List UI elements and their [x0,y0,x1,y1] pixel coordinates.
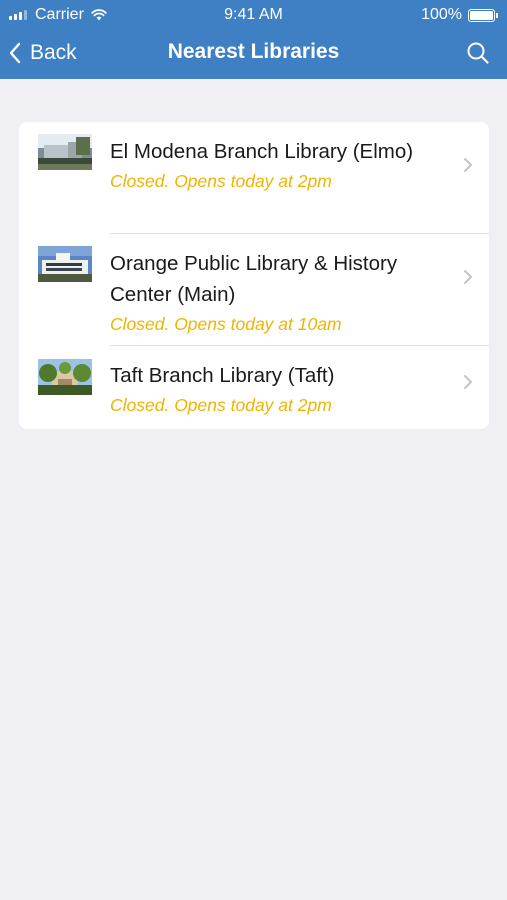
library-thumbnail [38,134,92,170]
library-name: Taft Branch Library (Taft) [110,364,335,387]
library-list: El Modena Branch Library (Elmo) Closed. … [19,122,489,429]
status-bar: Carrier 9:41 AM 100% [0,0,507,30]
library-item-main[interactable]: Orange Public Library & History Center (… [19,234,489,346]
library-item-elmo[interactable]: El Modena Branch Library (Elmo) Closed. … [19,122,489,234]
library-status: Closed. Opens today at 2pm [110,395,332,415]
battery-icon [468,8,498,22]
nav-bar: Back Nearest Libraries [0,30,507,79]
library-name: Orange Public Library & History Center (… [110,252,398,306]
library-text: El Modena Branch Library (Elmo) Closed. … [110,136,450,194]
library-item-taft[interactable]: Taft Branch Library (Taft) Closed. Opens… [19,346,489,429]
library-name: El Modena Branch Library (Elmo) [110,140,414,163]
screen: Carrier 9:41 AM 100% Back Nearest Librar… [0,0,507,900]
back-label: Back [30,41,77,64]
header: Carrier 9:41 AM 100% Back Nearest Librar… [0,0,507,79]
library-thumbnail [38,246,92,282]
search-button[interactable] [463,38,493,68]
library-thumbnail [38,359,92,395]
search-icon [467,42,489,64]
battery-percentage: 100% [421,6,462,23]
chevron-left-icon [9,42,21,64]
chevron-right-icon [463,269,473,285]
status-right: 100% [421,6,498,24]
library-status: Closed. Opens today at 10am [110,314,342,334]
chevron-right-icon [463,374,473,390]
library-status: Closed. Opens today at 2pm [110,171,332,191]
library-text: Orange Public Library & History Center (… [110,248,450,337]
back-button[interactable]: Back [8,38,77,68]
chevron-right-icon [463,157,473,173]
library-text: Taft Branch Library (Taft) Closed. Opens… [110,360,450,418]
